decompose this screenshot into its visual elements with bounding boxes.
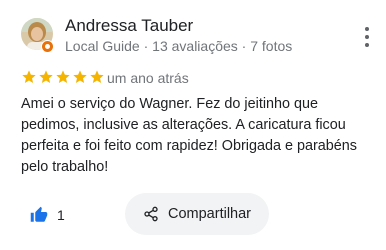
- review-time: um ano atrás: [107, 70, 189, 86]
- star-icon: [56, 70, 70, 83]
- review-text: Amei o serviço do Wagner. Fez do jeitinh…: [21, 96, 357, 175]
- like-button[interactable]: 1: [30, 203, 65, 227]
- star-icon: [22, 70, 36, 83]
- author-name[interactable]: Andressa Tauber: [65, 15, 193, 37]
- local-guide-badge: [41, 40, 54, 53]
- thumb-up-icon: [30, 206, 48, 222]
- star-icon: [73, 70, 87, 83]
- star-icon: [90, 70, 104, 83]
- more-options-icon[interactable]: [364, 27, 370, 47]
- author-meta: Local Guide · 13 avaliações · 7 fotos: [65, 38, 293, 54]
- like-count: 1: [57, 207, 65, 223]
- share-label: Compartilhar: [168, 206, 251, 222]
- rating-stars: [21, 69, 105, 85]
- share-button[interactable]: Compartilhar: [125, 193, 269, 235]
- share-icon: [144, 206, 158, 222]
- star-icon: [39, 70, 53, 83]
